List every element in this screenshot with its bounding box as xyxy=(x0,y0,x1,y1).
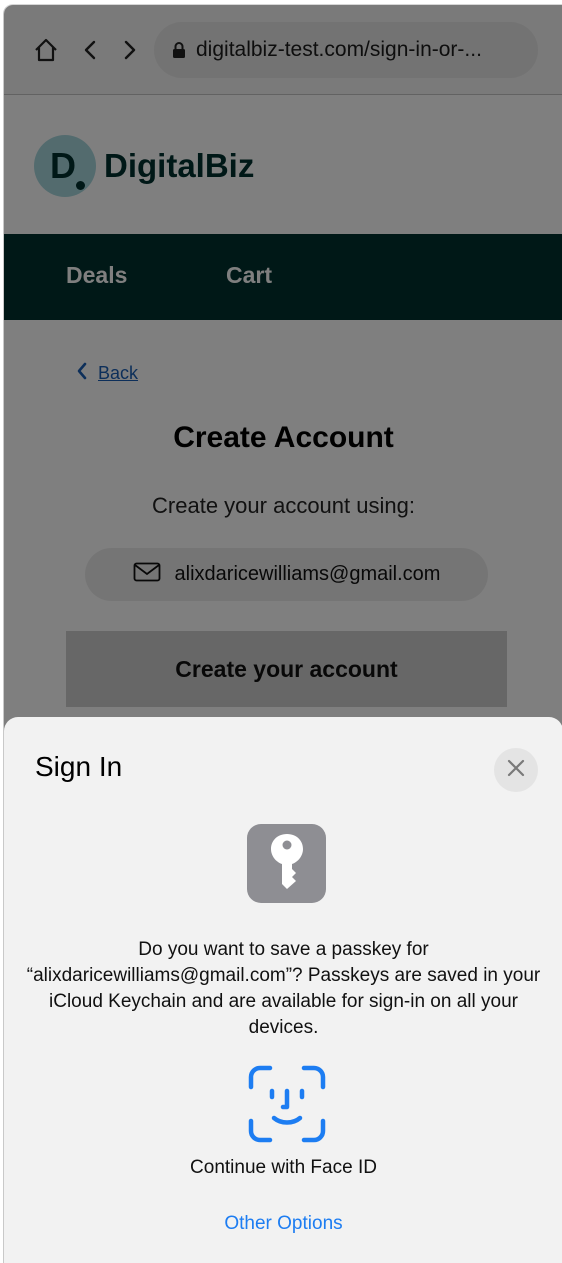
face-id-label[interactable]: Continue with Face ID xyxy=(4,1157,562,1179)
close-icon xyxy=(506,758,526,783)
other-options-button[interactable]: Other Options xyxy=(4,1213,562,1235)
passkey-message: Do you want to save a passkey for “alixd… xyxy=(26,939,541,1038)
face-id-icon[interactable] xyxy=(248,1065,326,1143)
sheet-title: Sign In xyxy=(35,751,123,782)
close-button[interactable] xyxy=(494,748,538,792)
browser-window: digitalbiz-test.com/sign-in-or-... D Dig… xyxy=(3,4,562,1263)
passkey-sheet: Sign In Do you want to save a passkey fo… xyxy=(4,717,562,1263)
key-icon xyxy=(267,832,307,895)
key-tile xyxy=(247,824,326,903)
